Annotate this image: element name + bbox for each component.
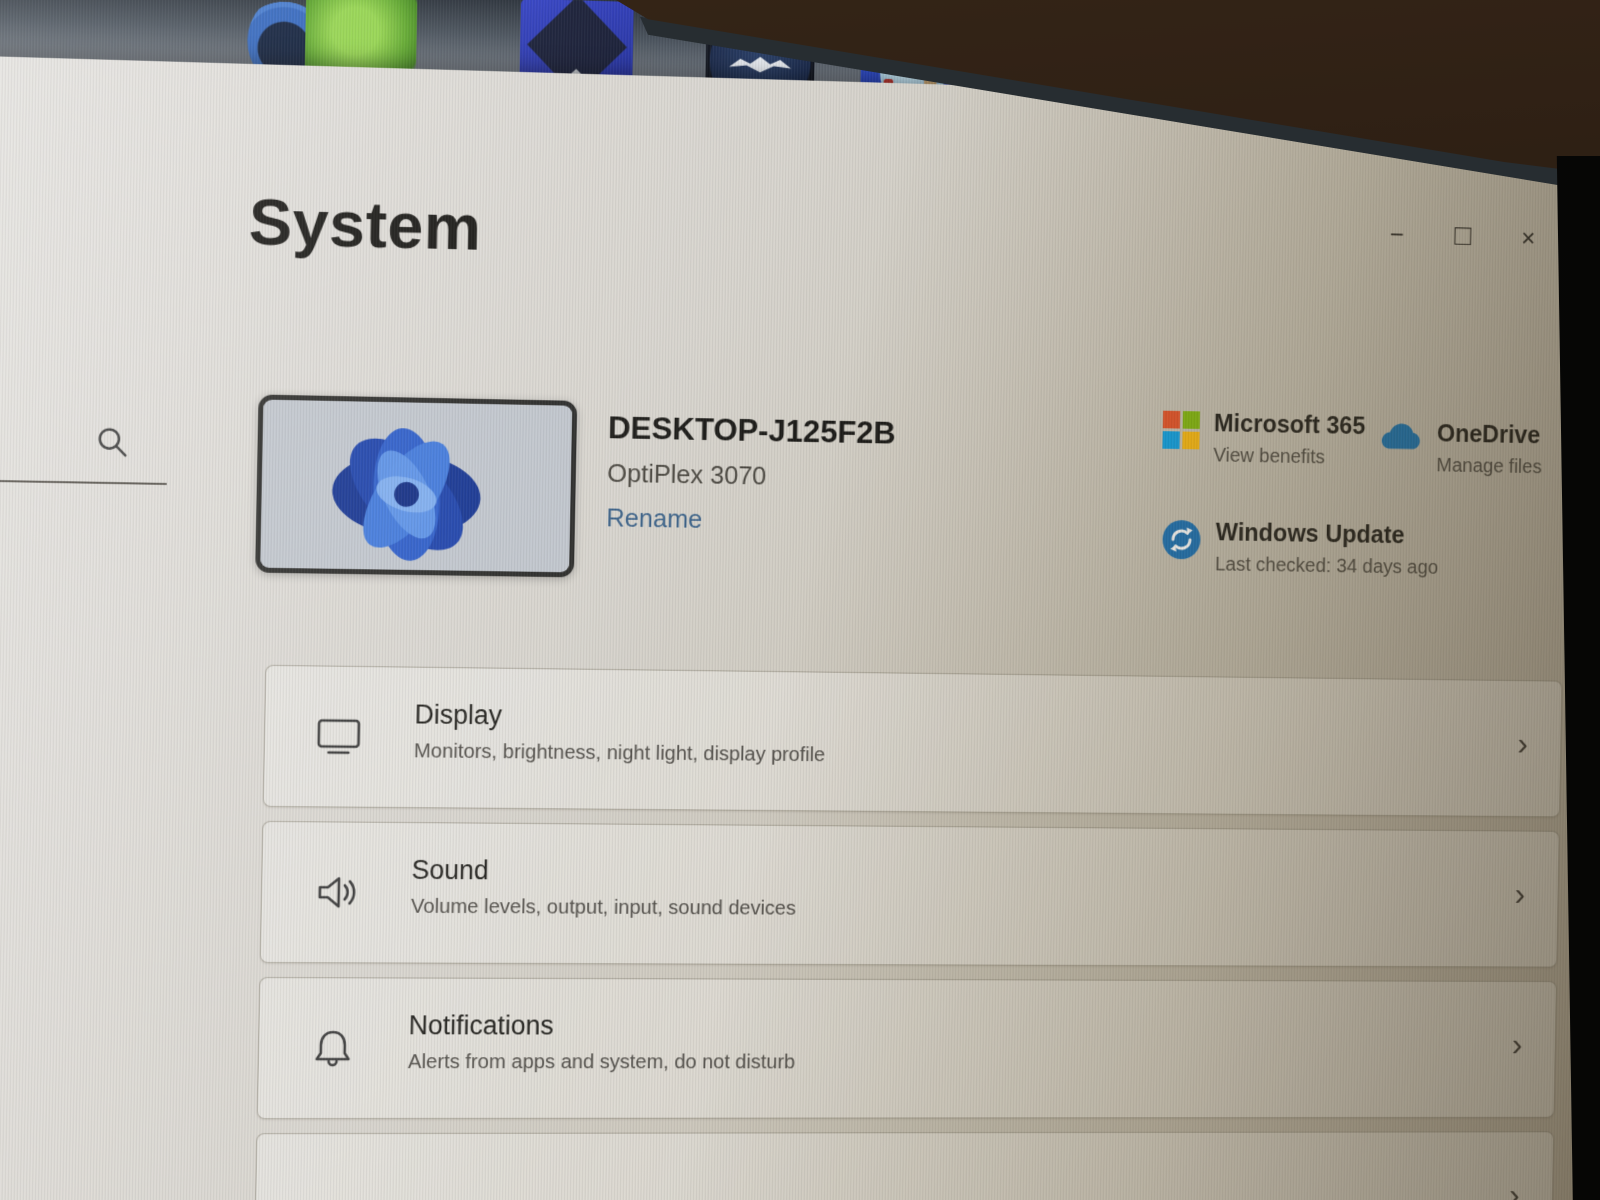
settings-row-display[interactable]: Display Monitors, brightness, night ligh… bbox=[263, 665, 1563, 818]
chevron-right-icon: › bbox=[1512, 1028, 1523, 1061]
windows-update-link[interactable]: Windows Update Last checked: 34 days ago bbox=[1160, 518, 1439, 580]
close-button[interactable]: × bbox=[1521, 225, 1536, 250]
row-subtitle: Monitors, brightness, night light, displ… bbox=[414, 739, 826, 767]
quick-link-title: OneDrive bbox=[1437, 420, 1543, 450]
row-title: Notifications bbox=[408, 1010, 796, 1041]
monitor-screen: S − □ × System bbox=[0, 0, 1600, 1200]
page-title: System bbox=[248, 184, 482, 265]
chevron-right-icon: › bbox=[1517, 727, 1528, 760]
quick-link-title: Windows Update bbox=[1215, 519, 1439, 551]
rename-link[interactable]: Rename bbox=[606, 503, 894, 538]
search-icon bbox=[94, 423, 133, 462]
maximize-button[interactable]: □ bbox=[1454, 223, 1471, 249]
row-subtitle: Alerts from apps and system, do not dist… bbox=[408, 1050, 796, 1074]
row-subtitle: Volume levels, output, input, sound devi… bbox=[411, 895, 796, 921]
device-name: DESKTOP-J125F2B bbox=[608, 409, 896, 451]
settings-window: − □ × System DESKTOP-J125F2B OptiPlex 30… bbox=[0, 55, 1600, 1200]
quick-link-subtitle: Last checked: 34 days ago bbox=[1215, 554, 1439, 580]
quick-link-subtitle[interactable]: Manage files bbox=[1436, 455, 1542, 479]
device-info: DESKTOP-J125F2B OptiPlex 3070 Rename bbox=[606, 409, 896, 537]
quick-link-title: Microsoft 365 bbox=[1214, 410, 1366, 441]
device-thumbnail bbox=[255, 394, 577, 577]
windows-bloom-wallpaper-image bbox=[260, 400, 572, 573]
quick-link-subtitle[interactable]: View benefits bbox=[1213, 445, 1365, 470]
onedrive-cloud-icon bbox=[1377, 419, 1424, 455]
microsoft-365-icon bbox=[1162, 411, 1201, 451]
chevron-right-icon: › bbox=[1509, 1179, 1520, 1200]
settings-row-notifications[interactable]: Notifications Alerts from apps and syste… bbox=[257, 977, 1557, 1119]
search-input[interactable] bbox=[0, 480, 167, 485]
settings-row-partial[interactable]: › bbox=[254, 1131, 1554, 1200]
row-title: Sound bbox=[411, 855, 796, 888]
chevron-right-icon: › bbox=[1514, 878, 1525, 911]
photo-frame: S − □ × System bbox=[0, 0, 1600, 1200]
settings-list: Display Monitors, brightness, night ligh… bbox=[253, 665, 1562, 1200]
windows-update-icon bbox=[1160, 518, 1202, 562]
row-title: Display bbox=[414, 700, 826, 735]
window-caption-controls: − □ × bbox=[1390, 222, 1536, 251]
notifications-icon bbox=[308, 1024, 357, 1072]
display-icon bbox=[314, 712, 363, 760]
settings-row-sound[interactable]: Sound Volume levels, output, input, soun… bbox=[260, 821, 1560, 968]
device-model: OptiPlex 3070 bbox=[607, 458, 895, 494]
onedrive-link[interactable]: OneDrive Manage files bbox=[1376, 419, 1542, 479]
quick-links: Microsoft 365 View benefits OneDrive Man… bbox=[1158, 409, 1593, 668]
microsoft-365-link[interactable]: Microsoft 365 View benefits bbox=[1162, 409, 1366, 470]
sound-icon bbox=[311, 868, 360, 916]
minimize-button[interactable]: − bbox=[1390, 222, 1405, 248]
